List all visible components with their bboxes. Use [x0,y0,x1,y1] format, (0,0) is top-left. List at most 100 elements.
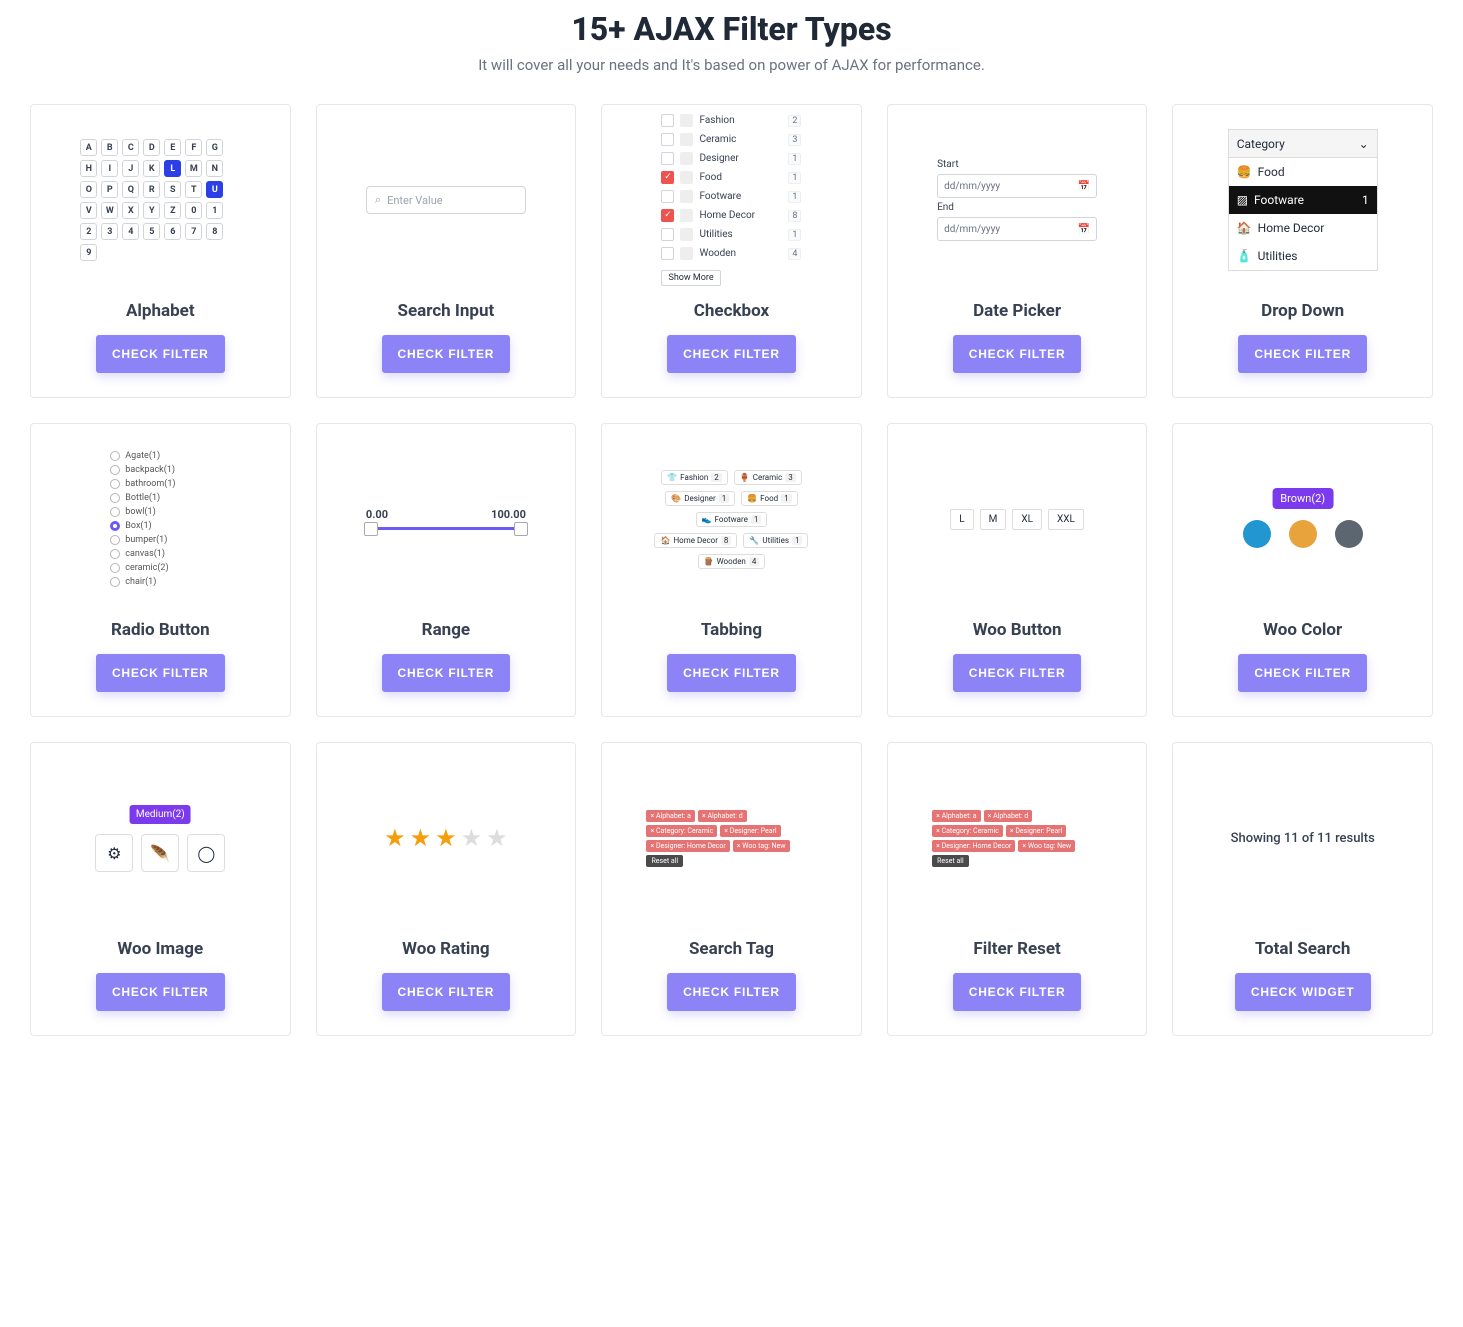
size-button[interactable]: L [950,509,973,530]
alpha-cell[interactable]: L [164,160,181,177]
size-button[interactable]: M [980,509,1007,530]
check-filter-button[interactable]: CHECK FILTER [953,335,1082,373]
filter-tag[interactable]: 🍔Food1 [741,491,797,506]
check-filter-button[interactable]: CHECK FILTER [96,973,225,1011]
star-icon[interactable]: ★ [486,824,508,852]
checkbox-row[interactable]: Fashion2 [661,114,801,127]
alpha-cell[interactable]: 8 [206,223,223,240]
alpha-cell[interactable]: 1 [206,202,223,219]
alpha-cell[interactable]: 0 [185,202,202,219]
alpha-cell[interactable]: Q [122,181,139,198]
active-filter-tag[interactable]: × Designer: Home Decor [932,840,1015,852]
alpha-cell[interactable]: C [122,139,139,156]
date-start-input[interactable]: dd/mm/yyyy📅 [937,174,1097,198]
check-widget-button[interactable]: CHECK WIDGET [1235,973,1371,1011]
alpha-cell[interactable]: 5 [143,223,160,240]
alpha-cell[interactable]: A [80,139,97,156]
radio-row[interactable]: Bottle(1) [110,493,210,503]
alpha-cell[interactable]: O [80,181,97,198]
radio-row[interactable]: bumper(1) [110,535,210,545]
checkbox-row[interactable]: Utilities1 [661,228,801,241]
image-swatch[interactable]: ⚙ [95,834,133,872]
alpha-cell[interactable]: 7 [185,223,202,240]
alpha-cell[interactable]: 4 [122,223,139,240]
radio-row[interactable]: Agate(1) [110,451,210,461]
check-filter-button[interactable]: CHECK FILTER [953,654,1082,692]
color-swatch[interactable] [1243,520,1271,548]
filter-tag[interactable]: 🔧Utilities1 [743,533,808,548]
star-icon[interactable]: ★ [435,824,457,852]
range-track[interactable] [366,527,526,530]
checkbox-row[interactable]: ✓Food1 [661,171,801,184]
range-slider[interactable]: 0.00100.00 [366,508,526,530]
dropdown-header[interactable]: Category⌄ [1229,130,1377,158]
active-filter-tag[interactable]: × Designer: Home Decor [646,840,729,852]
alpha-cell[interactable]: I [101,160,118,177]
alpha-cell[interactable]: X [122,202,139,219]
filter-tag[interactable]: 🪵Wooden4 [698,554,766,569]
check-filter-button[interactable]: CHECK FILTER [667,654,796,692]
size-button[interactable]: XL [1012,509,1042,530]
alpha-cell[interactable]: P [101,181,118,198]
alpha-cell[interactable]: W [101,202,118,219]
star-icon[interactable]: ★ [410,824,432,852]
checkbox-row[interactable]: Designer1 [661,152,801,165]
star-icon[interactable]: ★ [461,824,483,852]
active-filter-tag[interactable]: × Designer: Pearl [1006,825,1066,837]
alpha-cell[interactable]: K [143,160,160,177]
active-filter-tag[interactable]: × Alphabet: a [932,810,981,822]
alpha-cell[interactable]: U [206,181,223,198]
radio-row[interactable]: chair(1) [110,577,210,587]
checkbox-row[interactable]: Wooden4 [661,247,801,260]
alpha-cell[interactable]: N [206,160,223,177]
alpha-cell[interactable]: R [143,181,160,198]
dropdown-item[interactable]: 🏠Home Decor [1229,214,1377,242]
alpha-cell[interactable]: J [122,160,139,177]
alpha-cell[interactable]: G [206,139,223,156]
alpha-cell[interactable]: Z [164,202,181,219]
active-filter-tag[interactable]: × Designer: Pearl [720,825,780,837]
check-filter-button[interactable]: CHECK FILTER [1238,654,1367,692]
filter-tag[interactable]: 👕Fashion2 [661,470,728,485]
show-more-button[interactable]: Show More [661,270,720,286]
alpha-cell[interactable]: D [143,139,160,156]
alpha-cell[interactable]: S [164,181,181,198]
alpha-cell[interactable]: H [80,160,97,177]
date-end-input[interactable]: dd/mm/yyyy📅 [937,217,1097,241]
color-swatch[interactable] [1289,520,1317,548]
alpha-cell[interactable]: B [101,139,118,156]
filter-tag[interactable]: 🏠Home Decor8 [654,533,737,548]
alpha-cell[interactable]: M [185,160,202,177]
radio-row[interactable]: backpack(1) [110,465,210,475]
reset-button[interactable]: Reset all [932,855,969,867]
reset-button[interactable]: Reset all [646,855,683,867]
active-filter-tag[interactable]: × Category: Ceramic [932,825,1003,837]
dropdown-item[interactable]: 🧴Utilities [1229,242,1377,270]
dropdown-item-selected[interactable]: ▨Footware1 [1229,186,1377,214]
check-filter-button[interactable]: CHECK FILTER [382,335,511,373]
alpha-cell[interactable]: 6 [164,223,181,240]
radio-row[interactable]: bathroom(1) [110,479,210,489]
check-filter-button[interactable]: CHECK FILTER [382,654,511,692]
alpha-cell[interactable]: V [80,202,97,219]
alpha-cell[interactable]: T [185,181,202,198]
active-filter-tag[interactable]: × Woo tag: New [733,840,790,852]
alpha-cell[interactable]: 2 [80,223,97,240]
image-swatch[interactable]: ◯ [187,834,225,872]
radio-row[interactable]: bowl(1) [110,507,210,517]
radio-row[interactable]: Box(1) [110,521,210,531]
filter-tag[interactable]: 🎨Designer1 [665,491,735,506]
check-filter-button[interactable]: CHECK FILTER [1238,335,1367,373]
color-swatch[interactable] [1335,520,1363,548]
alpha-cell[interactable]: Y [143,202,160,219]
radio-row[interactable]: ceramic(2) [110,563,210,573]
active-filter-tag[interactable]: × Category: Ceramic [646,825,717,837]
check-filter-button[interactable]: CHECK FILTER [96,335,225,373]
checkbox-row[interactable]: Ceramic3 [661,133,801,146]
active-filter-tag[interactable]: × Alphabet: d [984,810,1033,822]
checkbox-row[interactable]: ✓Home Decor8 [661,209,801,222]
check-filter-button[interactable]: CHECK FILTER [382,973,511,1011]
active-filter-tag[interactable]: × Alphabet: d [698,810,747,822]
rating-stars[interactable]: ★★★★★ [384,824,508,852]
alpha-cell[interactable]: E [164,139,181,156]
